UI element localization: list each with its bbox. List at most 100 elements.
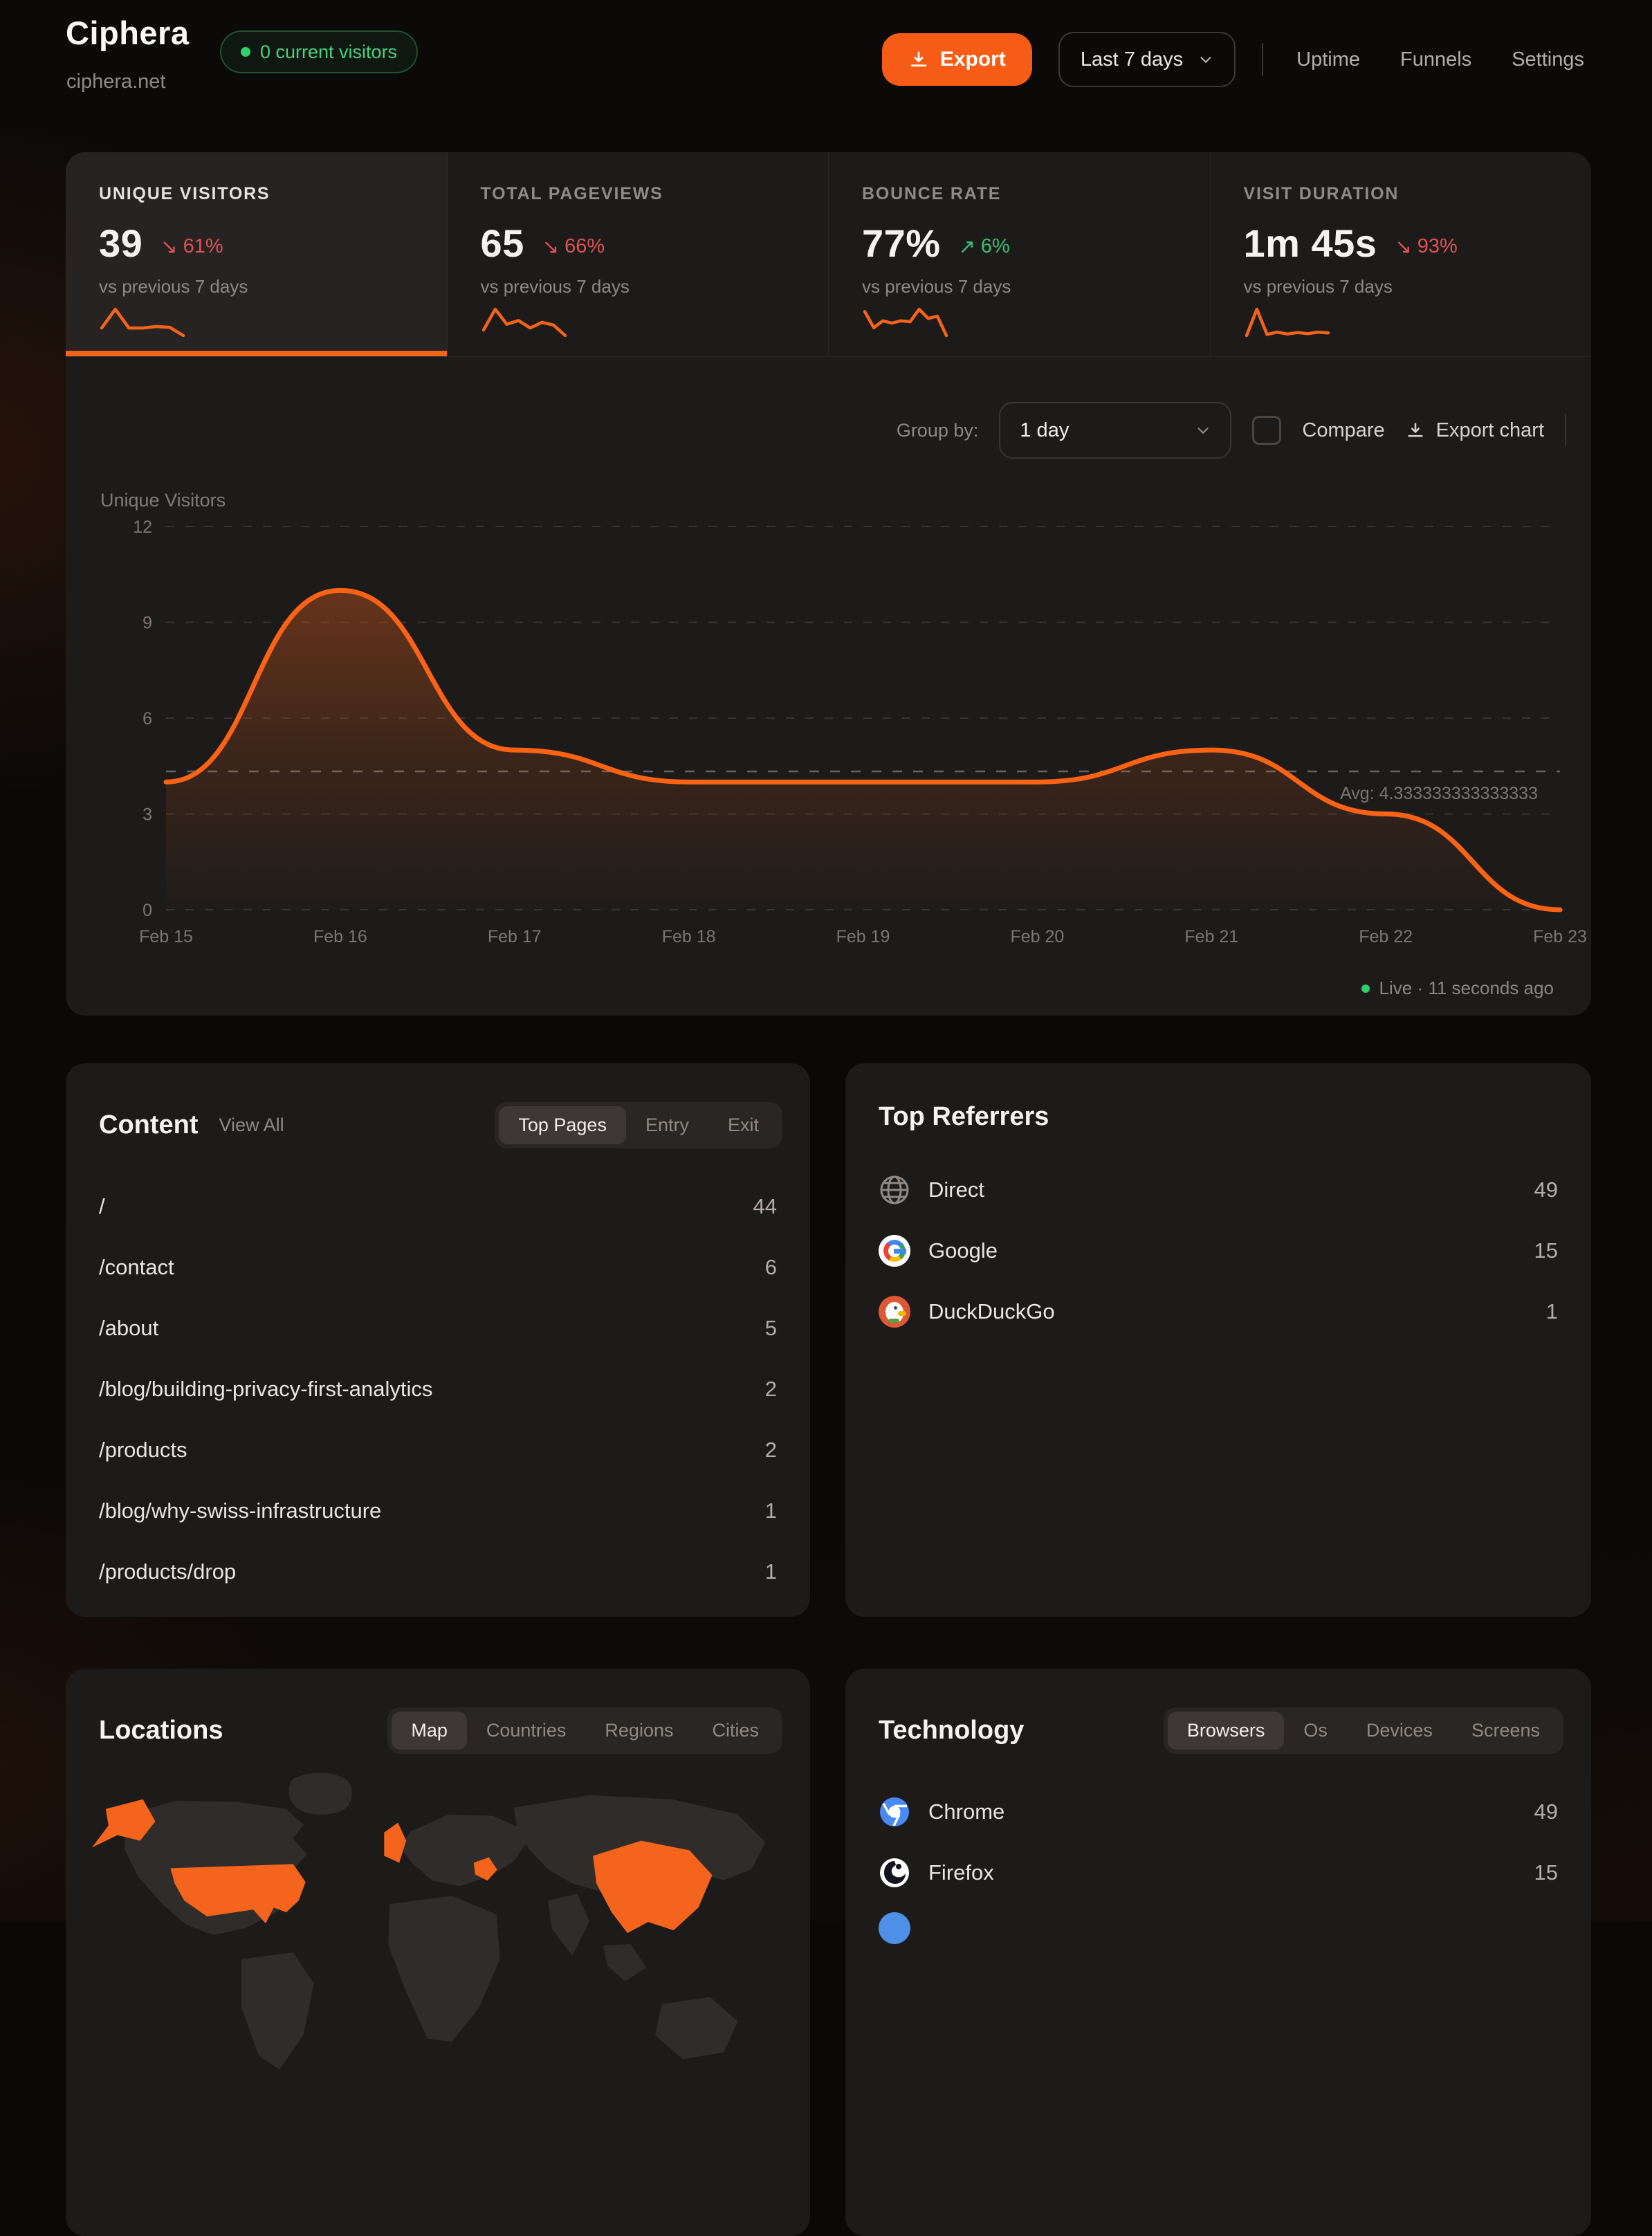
page-row[interactable]: /44 <box>99 1176 777 1237</box>
live-dot-icon <box>1361 984 1370 993</box>
content-tabs: Top Pages Entry Exit <box>495 1102 782 1148</box>
stat-bounce-rate[interactable]: BOUNCE RATE 77% ↗ 6% vs previous 7 days <box>829 152 1211 356</box>
stat-total-pageviews[interactable]: TOTAL PAGEVIEWS 65 ↘ 66% vs previous 7 d… <box>448 152 829 356</box>
nav-settings[interactable]: Settings <box>1505 48 1591 71</box>
page-row[interactable]: /about5 <box>99 1298 777 1359</box>
export-button-label: Export <box>940 48 1006 71</box>
controls-divider <box>1565 414 1566 446</box>
header-actions: Export Last 7 days Uptime Funnels Settin… <box>882 33 1591 86</box>
stat-value: 1m 45s <box>1244 221 1377 266</box>
browser-row[interactable]: Firefox 15 <box>879 1842 1558 1903</box>
technology-card: Technology Browsers Os Devices Screens C… <box>845 1669 1591 2236</box>
page-row[interactable]: /products/drop1 <box>99 1541 777 1602</box>
svg-text:Feb 22: Feb 22 <box>1359 927 1413 946</box>
nav-uptime[interactable]: Uptime <box>1290 48 1367 71</box>
svg-text:Avg: 4.333333333333333: Avg: 4.333333333333333 <box>1340 784 1538 803</box>
stat-compare: vs previous 7 days <box>481 276 808 297</box>
stat-value: 39 <box>99 221 143 266</box>
tab-countries[interactable]: Countries <box>467 1712 586 1750</box>
current-visitors-label: 0 current visitors <box>260 42 397 63</box>
svg-text:Feb 23: Feb 23 <box>1533 927 1587 946</box>
tab-os[interactable]: Os <box>1284 1712 1347 1750</box>
sparkline <box>1244 306 1331 338</box>
stat-delta: ↘ 61% <box>160 235 223 259</box>
stat-visit-duration[interactable]: VISIT DURATION 1m 45s ↘ 93% vs previous … <box>1211 152 1592 356</box>
chevron-down-icon <box>1198 52 1213 67</box>
nav-funnels[interactable]: Funnels <box>1393 48 1478 71</box>
page-row[interactable]: /blog/building-privacy-first-analytics2 <box>99 1359 777 1420</box>
svg-text:Unique Visitors: Unique Visitors <box>100 490 226 511</box>
referrer-row[interactable]: DuckDuckGo 1 <box>879 1281 1558 1342</box>
svg-text:Feb 15: Feb 15 <box>139 927 193 946</box>
group-by-value: 1 day <box>1020 419 1069 442</box>
google-icon <box>879 1235 910 1267</box>
date-range-dropdown[interactable]: Last 7 days <box>1058 32 1236 87</box>
tab-browsers[interactable]: Browsers <box>1168 1712 1285 1750</box>
firefox-icon <box>879 1857 910 1889</box>
tab-devices[interactable]: Devices <box>1347 1712 1452 1750</box>
locations-tabs: Map Countries Regions Cities <box>387 1707 782 1754</box>
stat-compare: vs previous 7 days <box>99 276 426 297</box>
tab-exit[interactable]: Exit <box>708 1106 778 1144</box>
svg-text:12: 12 <box>133 517 152 537</box>
header-divider <box>1262 43 1263 76</box>
active-stat-underline <box>66 351 447 356</box>
page-row[interactable]: /blog/why-swiss-infrastructure1 <box>99 1481 777 1541</box>
browser-row[interactable]: Chrome 49 <box>879 1781 1558 1842</box>
svg-text:Feb 21: Feb 21 <box>1184 927 1238 946</box>
top-pages-list: /44 /contact6 /about5 /blog/building-pri… <box>66 1148 810 1602</box>
sparkline <box>481 306 568 338</box>
referrers-list: Direct 49 Google 15 DuckDuckGo 1 <box>845 1132 1591 1342</box>
trend-down-icon: ↘ <box>160 235 177 259</box>
sparkline <box>862 306 949 338</box>
stat-value: 65 <box>481 221 524 266</box>
stat-compare: vs previous 7 days <box>862 276 1189 297</box>
stat-delta: ↘ 93% <box>1395 235 1457 259</box>
tab-entry[interactable]: Entry <box>626 1106 708 1144</box>
tab-map[interactable]: Map <box>392 1712 467 1750</box>
top-referrers-card: Top Referrers Direct 49 Google 15 DuckDu… <box>845 1063 1591 1617</box>
svg-text:Feb 20: Feb 20 <box>1010 927 1064 946</box>
duckduckgo-icon <box>879 1296 910 1328</box>
stat-delta: ↗ 6% <box>959 235 1010 259</box>
chevron-down-icon <box>1195 423 1211 438</box>
globe-icon <box>879 1174 910 1206</box>
stat-value: 77% <box>862 221 941 266</box>
view-all-link[interactable]: View All <box>219 1115 284 1136</box>
main-analytics-card: UNIQUE VISITORS 39 ↘ 61% vs previous 7 d… <box>66 152 1591 1016</box>
site-domain: ciphera.net <box>66 71 166 93</box>
chart-controls: Group by: 1 day Compare Export chart <box>897 404 1566 457</box>
export-button[interactable]: Export <box>882 33 1032 86</box>
tab-regions[interactable]: Regions <box>585 1712 692 1750</box>
world-map[interactable] <box>66 1766 810 2125</box>
current-visitors-badge: 0 current visitors <box>220 30 418 73</box>
tab-screens[interactable]: Screens <box>1452 1712 1559 1750</box>
page-title: Ciphera <box>66 14 190 52</box>
export-chart-button[interactable]: Export chart <box>1406 419 1544 442</box>
stat-label: BOUNCE RATE <box>862 184 1189 204</box>
content-card: Content View All Top Pages Entry Exit /4… <box>66 1063 810 1617</box>
partial-browser-icon <box>879 1912 910 1944</box>
date-range-value: Last 7 days <box>1081 48 1183 71</box>
group-by-dropdown[interactable]: 1 day <box>999 402 1231 459</box>
browsers-list: Chrome 49 Firefox 15 <box>845 1754 1591 1903</box>
content-title: Content <box>99 1110 199 1140</box>
compare-checkbox[interactable] <box>1252 416 1281 445</box>
stat-label: UNIQUE VISITORS <box>99 184 426 204</box>
page-row[interactable]: /contact6 <box>99 1237 777 1298</box>
svg-text:9: 9 <box>143 614 152 633</box>
svg-text:6: 6 <box>143 709 152 728</box>
live-dot-icon <box>241 47 250 57</box>
tab-top-pages[interactable]: Top Pages <box>499 1106 626 1144</box>
referrer-row[interactable]: Direct 49 <box>879 1160 1558 1220</box>
stat-unique-visitors[interactable]: UNIQUE VISITORS 39 ↘ 61% vs previous 7 d… <box>66 152 448 356</box>
locations-card: Locations Map Countries Regions Cities <box>66 1669 810 2236</box>
trend-up-icon: ↗ <box>959 235 975 259</box>
tab-cities[interactable]: Cities <box>692 1712 778 1750</box>
download-icon <box>908 49 929 70</box>
chrome-icon <box>879 1796 910 1828</box>
referrer-row[interactable]: Google 15 <box>879 1220 1558 1281</box>
page-row[interactable]: /products2 <box>99 1420 777 1481</box>
locations-title: Locations <box>99 1716 223 1745</box>
stat-compare: vs previous 7 days <box>1244 276 1571 297</box>
